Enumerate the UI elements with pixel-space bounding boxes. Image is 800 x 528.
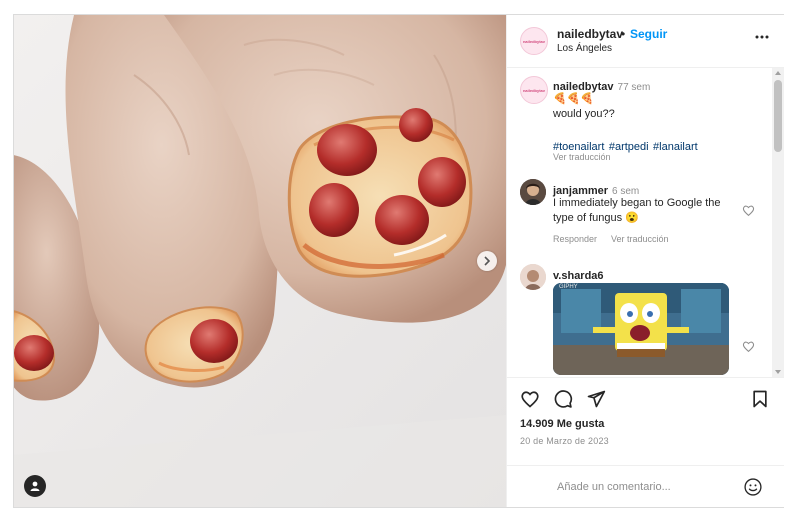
caption-text: would you?? (553, 108, 615, 120)
caption-author-avatar[interactable]: nailedbytav (520, 76, 548, 104)
comment-username[interactable]: v.sharda6 (553, 270, 604, 282)
paper-plane-icon[interactable] (586, 389, 606, 409)
instagram-post-modal: nailedbytav nailedbytav • Seguir Los Áng… (13, 14, 784, 508)
toes-pizza-nail-art-image (14, 15, 506, 507)
scroll-thumb[interactable] (774, 80, 782, 152)
comment-like-heart-icon[interactable] (742, 340, 755, 353)
spongebob-gif-image (553, 283, 729, 375)
smiley-icon[interactable] (743, 477, 763, 497)
comments-scrollbar[interactable] (772, 68, 784, 377)
post-side-panel: nailedbytav nailedbytav • Seguir Los Áng… (506, 15, 784, 507)
avatar-photo (520, 179, 546, 205)
post-photo (14, 15, 506, 507)
scroll-down-arrow[interactable] (775, 370, 781, 374)
comment-see-translation[interactable]: Ver traducción (611, 234, 669, 244)
add-comment-bar (507, 465, 784, 508)
follow-button[interactable]: Seguir (630, 27, 667, 41)
next-image-button[interactable] (477, 251, 497, 271)
hashtag-link[interactable]: #artpedi (609, 141, 649, 153)
comment-text-line: type of fungus 😮 (553, 212, 639, 224)
post-actions: 14.909 Me gusta 20 de Marzo de 2023 (507, 377, 784, 508)
scroll-up-arrow[interactable] (775, 71, 781, 75)
chevron-right-icon (484, 256, 491, 266)
separator-dot: • (621, 27, 626, 41)
likes-count[interactable]: 14.909 Me gusta (520, 418, 604, 430)
avatar-photo (520, 264, 546, 290)
comment-reply-button[interactable]: Responder (553, 234, 597, 244)
gif-watermark: GIPHY (559, 284, 578, 290)
avatar-logo-text: nailedbytav (522, 38, 545, 44)
comment-gif[interactable]: GIPHY (553, 283, 729, 375)
author-username[interactable]: nailedbytav (557, 27, 623, 41)
author-avatar[interactable]: nailedbytav (520, 27, 548, 55)
hashtag-link[interactable]: #lanailart (653, 141, 698, 153)
more-horizontal-icon (755, 35, 769, 39)
user-tag-icon (30, 481, 40, 491)
caption-see-translation[interactable]: Ver traducción (553, 152, 611, 162)
add-comment-input[interactable] (557, 478, 727, 496)
more-options-button[interactable] (754, 29, 770, 45)
avatar-logo-text: nailedbytav (522, 87, 545, 93)
post-location[interactable]: Los Ángeles (557, 43, 612, 54)
comment-header: v.sharda6 (553, 266, 604, 284)
post-header: nailedbytav nailedbytav • Seguir Los Áng… (507, 15, 784, 68)
heart-icon[interactable] (520, 389, 540, 409)
commenter-avatar[interactable] (520, 264, 546, 290)
caption-emoji-line: 🍕🍕🍕 (553, 93, 595, 105)
commenter-avatar[interactable] (520, 179, 546, 205)
comment-like-heart-icon[interactable] (742, 204, 755, 217)
comment-icon[interactable] (553, 389, 573, 409)
comment-text-line: I immediately began to Google the (553, 197, 721, 209)
caption-time[interactable]: 77 sem (618, 82, 651, 93)
comments-list[interactable]: nailedbytav nailedbytav 77 sem 🍕🍕🍕 would … (507, 68, 784, 377)
bookmark-icon[interactable] (750, 389, 770, 409)
user-tags-button[interactable] (24, 475, 46, 497)
post-date[interactable]: 20 de Marzo de 2023 (520, 436, 609, 446)
